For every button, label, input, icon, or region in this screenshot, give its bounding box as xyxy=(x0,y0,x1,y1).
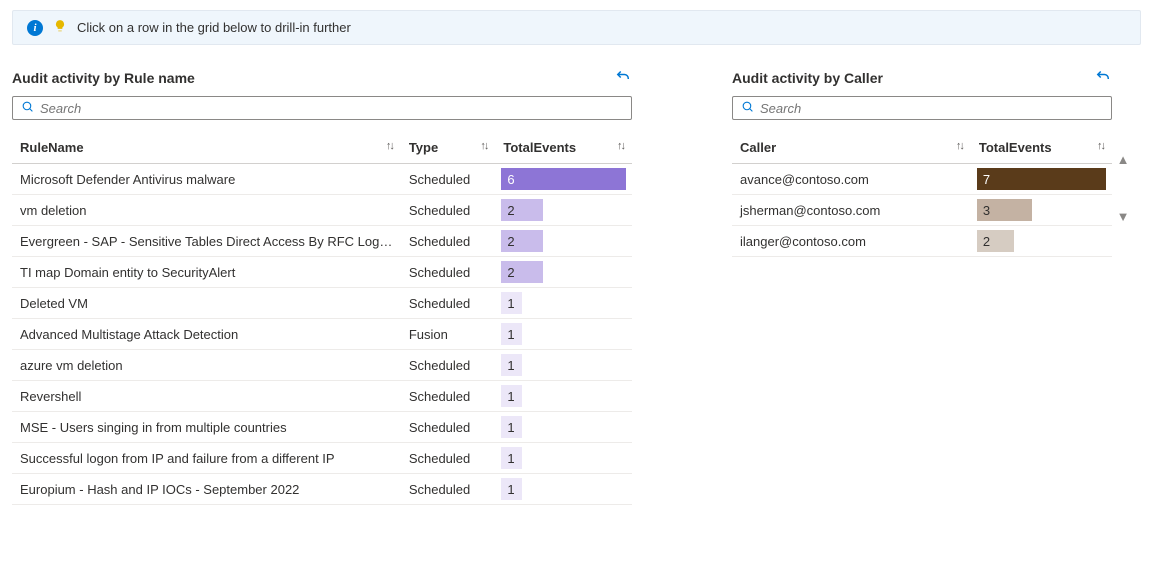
rule-type-cell: Scheduled xyxy=(401,381,496,412)
undo-icon[interactable] xyxy=(1094,67,1112,88)
rule-name-cell: vm deletion xyxy=(12,195,401,226)
panel-caller: Audit activity by Caller Caller↑↓ TotalE… xyxy=(732,67,1112,257)
rule-table-scroll[interactable]: Microsoft Defender Antivirus malwareSche… xyxy=(12,164,632,505)
panel-title-rule: Audit activity by Rule name xyxy=(12,70,195,86)
table-row[interactable]: RevershellScheduled1 xyxy=(12,381,632,412)
info-icon: i xyxy=(27,20,43,36)
col-header-totalevents[interactable]: TotalEvents↑↓ xyxy=(495,134,632,164)
rule-total-cell: 2 xyxy=(495,226,632,257)
rule-table: RuleName↑↓ Type↑↓ TotalEvents↑↓ xyxy=(12,134,632,164)
table-row[interactable]: jsherman@contoso.com3 xyxy=(732,195,1112,226)
table-row[interactable]: avance@contoso.com7 xyxy=(732,164,1112,195)
sort-icon: ↑↓ xyxy=(386,140,393,152)
table-row[interactable]: vm deletionScheduled2 xyxy=(12,195,632,226)
col-header-totalevents-caller[interactable]: TotalEvents↑↓ xyxy=(971,134,1112,164)
caller-total-cell: 7 xyxy=(971,164,1112,195)
table-row[interactable]: Successful logon from IP and failure fro… xyxy=(12,443,632,474)
search-icon xyxy=(21,100,34,116)
rule-total-cell: 2 xyxy=(495,195,632,226)
rule-name-cell: Deleted VM xyxy=(12,288,401,319)
search-box-caller[interactable] xyxy=(732,96,1112,120)
rule-name-cell: Microsoft Defender Antivirus malware xyxy=(12,164,401,195)
rule-total-cell: 1 xyxy=(495,412,632,443)
rule-total-cell: 1 xyxy=(495,474,632,505)
caller-total-cell: 2 xyxy=(971,226,1112,257)
sort-icon: ↑↓ xyxy=(956,140,963,152)
rule-type-cell: Fusion xyxy=(401,319,496,350)
rule-total-cell: 1 xyxy=(495,381,632,412)
col-header-caller[interactable]: Caller↑↓ xyxy=(732,134,971,164)
search-box-rule[interactable] xyxy=(12,96,632,120)
undo-icon[interactable] xyxy=(614,67,632,88)
rule-name-cell: Evergreen - SAP - Sensitive Tables Direc… xyxy=(12,226,401,257)
col-header-rulename[interactable]: RuleName↑↓ xyxy=(12,134,401,164)
caller-cell: jsherman@contoso.com xyxy=(732,195,971,226)
rule-total-cell: 1 xyxy=(495,350,632,381)
rule-name-cell: Revershell xyxy=(12,381,401,412)
rule-name-cell: Advanced Multistage Attack Detection xyxy=(12,319,401,350)
table-row[interactable]: Deleted VMScheduled1 xyxy=(12,288,632,319)
sort-icon: ↑↓ xyxy=(617,140,624,152)
caller-scroll-indicator[interactable]: ▲ ▼ xyxy=(1116,152,1130,224)
panel-title-caller: Audit activity by Caller xyxy=(732,70,883,86)
caller-cell: ilanger@contoso.com xyxy=(732,226,971,257)
chevron-down-icon[interactable]: ▼ xyxy=(1117,209,1130,224)
rule-type-cell: Scheduled xyxy=(401,195,496,226)
table-row[interactable]: Europium - Hash and IP IOCs - September … xyxy=(12,474,632,505)
rule-type-cell: Scheduled xyxy=(401,288,496,319)
rule-total-cell: 6 xyxy=(495,164,632,195)
sort-icon: ↑↓ xyxy=(480,140,487,152)
search-icon xyxy=(741,100,754,116)
search-input-rule[interactable] xyxy=(40,101,623,116)
rule-total-cell: 1 xyxy=(495,443,632,474)
col-header-type[interactable]: Type↑↓ xyxy=(401,134,496,164)
rule-type-cell: Scheduled xyxy=(401,412,496,443)
rule-type-cell: Scheduled xyxy=(401,443,496,474)
table-row[interactable]: ilanger@contoso.com2 xyxy=(732,226,1112,257)
info-bar: i Click on a row in the grid below to dr… xyxy=(12,10,1141,45)
rule-name-cell: Europium - Hash and IP IOCs - September … xyxy=(12,474,401,505)
sort-icon: ↑↓ xyxy=(1097,140,1104,152)
rule-total-cell: 2 xyxy=(495,257,632,288)
table-row[interactable]: MSE - Users singing in from multiple cou… xyxy=(12,412,632,443)
table-row[interactable]: Evergreen - SAP - Sensitive Tables Direc… xyxy=(12,226,632,257)
panel-rule-name: Audit activity by Rule name RuleName↑↓ T… xyxy=(12,67,632,505)
info-text: Click on a row in the grid below to dril… xyxy=(77,20,351,35)
rule-total-cell: 1 xyxy=(495,288,632,319)
rule-name-cell: TI map Domain entity to SecurityAlert xyxy=(12,257,401,288)
table-row[interactable]: Advanced Multistage Attack DetectionFusi… xyxy=(12,319,632,350)
rule-type-cell: Scheduled xyxy=(401,164,496,195)
rule-type-cell: Scheduled xyxy=(401,474,496,505)
lightbulb-icon xyxy=(53,19,67,36)
rule-type-cell: Scheduled xyxy=(401,350,496,381)
search-input-caller[interactable] xyxy=(760,101,1103,116)
caller-table: Caller↑↓ TotalEvents↑↓ avance@contoso.co… xyxy=(732,134,1112,257)
rule-total-cell: 1 xyxy=(495,319,632,350)
rule-type-cell: Scheduled xyxy=(401,226,496,257)
caller-total-cell: 3 xyxy=(971,195,1112,226)
rule-name-cell: MSE - Users singing in from multiple cou… xyxy=(12,412,401,443)
chevron-up-icon[interactable]: ▲ xyxy=(1117,152,1130,167)
caller-cell: avance@contoso.com xyxy=(732,164,971,195)
rule-type-cell: Scheduled xyxy=(401,257,496,288)
table-row[interactable]: Microsoft Defender Antivirus malwareSche… xyxy=(12,164,632,195)
table-row[interactable]: azure vm deletionScheduled1 xyxy=(12,350,632,381)
rule-name-cell: azure vm deletion xyxy=(12,350,401,381)
table-row[interactable]: TI map Domain entity to SecurityAlertSch… xyxy=(12,257,632,288)
rule-name-cell: Successful logon from IP and failure fro… xyxy=(12,443,401,474)
